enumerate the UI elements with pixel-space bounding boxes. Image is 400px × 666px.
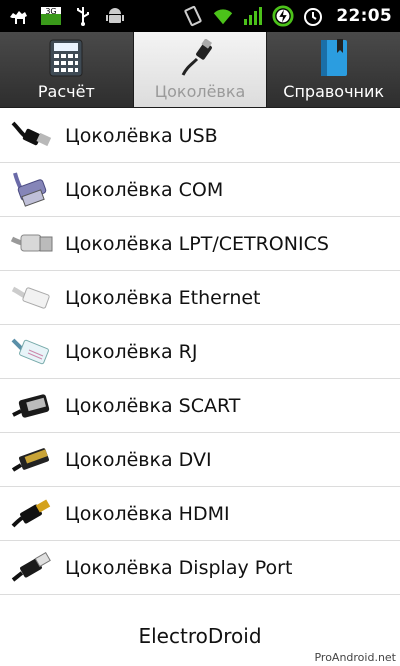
status-bar: 3G 22:05 (0, 0, 400, 32)
item-label: Цоколёвка DVI (65, 448, 212, 471)
item-label: Цоколёвка HDMI (65, 502, 230, 525)
signal-icon (242, 5, 264, 27)
item-label: Цоколёвка RJ (65, 340, 198, 363)
calculator-icon (46, 38, 86, 78)
wifi-icon (212, 5, 234, 27)
usb-connector-icon (10, 116, 54, 156)
rj-connector-icon (10, 332, 54, 372)
network-label: 3G (45, 7, 56, 16)
battery-charging-icon (272, 5, 294, 27)
usb-plug-icon (180, 38, 220, 78)
list-item-rj[interactable]: Цоколёвка RJ (0, 325, 400, 379)
tab-label: Расчёт (37, 82, 95, 101)
scart-connector-icon (10, 386, 54, 426)
com-connector-icon (10, 170, 54, 210)
book-icon (314, 38, 354, 78)
item-label: Цоколёвка COM (65, 178, 224, 201)
tab-calculation[interactable]: Расчёт (0, 32, 134, 107)
list-item-ethernet[interactable]: Цоколёвка Ethernet (0, 271, 400, 325)
item-label: Цоколёвка LPT/CETRONICS (65, 232, 329, 255)
item-label: Цоколёвка Ethernet (65, 286, 261, 309)
item-label: Цоколёвка USB (65, 124, 218, 147)
list-item-dvi[interactable]: Цоколёвка DVI (0, 433, 400, 487)
ethernet-connector-icon (10, 278, 54, 318)
usb-icon (72, 5, 94, 27)
alarm-icon (302, 5, 324, 27)
list-item-com[interactable]: Цоколёвка COM (0, 163, 400, 217)
list-item-hdmi[interactable]: Цоколёвка HDMI (0, 487, 400, 541)
tab-reference[interactable]: Справочник (267, 32, 400, 107)
tab-bar: Расчёт Цоколёвка Справочник (0, 32, 400, 108)
rotate-icon (182, 5, 204, 27)
hdmi-connector-icon (10, 494, 54, 534)
list-item-scart[interactable]: Цоколёвка SCART (0, 379, 400, 433)
tab-pinout[interactable]: Цоколёвка (133, 32, 268, 107)
network-3g-icon: 3G (40, 5, 62, 27)
list-item-usb[interactable]: Цоколёвка USB (0, 109, 400, 163)
displayport-connector-icon (10, 548, 54, 588)
android-icon (104, 5, 126, 27)
lpt-connector-icon (10, 224, 54, 264)
watermark: ProAndroid.net (314, 651, 396, 664)
item-label: Цоколёвка SCART (65, 394, 241, 417)
pinout-list: Цоколёвка USB Цоколёвка COM Цоколёвка LP… (0, 109, 400, 595)
clock: 22:05 (336, 6, 392, 26)
camel-icon (8, 5, 30, 27)
tab-label: Цоколёвка (154, 82, 246, 101)
list-item-lpt[interactable]: Цоколёвка LPT/CETRONICS (0, 217, 400, 271)
tab-label: Справочник (283, 82, 385, 101)
app-name: ElectroDroid (138, 624, 262, 648)
item-label: Цоколёвка Display Port (65, 556, 293, 579)
dvi-connector-icon (10, 440, 54, 480)
list-item-displayport[interactable]: Цоколёвка Display Port (0, 541, 400, 595)
